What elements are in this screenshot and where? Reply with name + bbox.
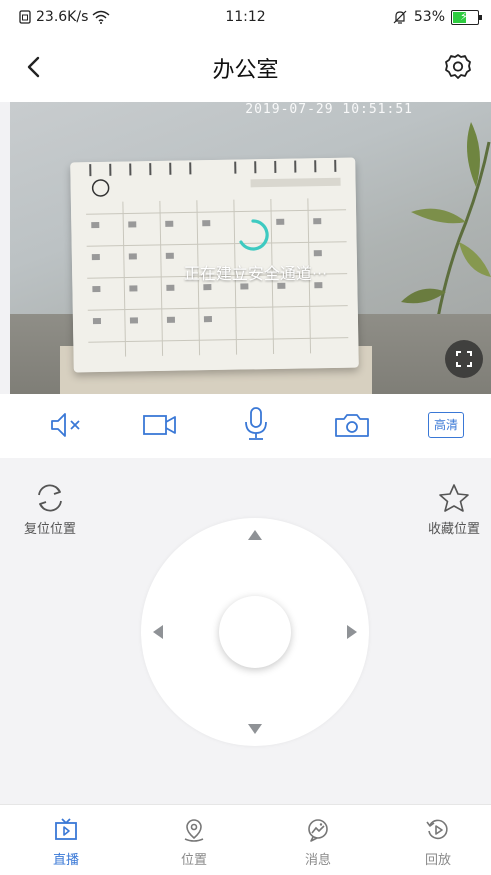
- pan-left-arrow-icon[interactable]: [153, 625, 163, 639]
- star-icon: [437, 482, 471, 514]
- alarm-off-icon: [392, 9, 408, 25]
- top-area: 23.6K/s 11:12 53% ⚡ 办公室: [0, 0, 491, 102]
- favorite-position-label: 收藏位置: [417, 518, 491, 537]
- page-title: 办公室: [0, 52, 491, 84]
- speaker-mute-icon[interactable]: [48, 410, 88, 440]
- pan-right-arrow-icon[interactable]: [347, 625, 357, 639]
- ptz-joystick[interactable]: [141, 518, 369, 746]
- status-right: 53% ⚡: [392, 9, 479, 25]
- nav-item-live[interactable]: 直播: [26, 817, 106, 868]
- video-feed[interactable]: 2019-07-29 10:51:51 正在建立安全通道···: [10, 102, 491, 394]
- video-timestamp: 2019-07-29 10:51:51: [245, 102, 413, 117]
- video-record-icon[interactable]: [140, 410, 180, 440]
- nav-label-live: 直播: [26, 849, 106, 868]
- location-pin-icon: [181, 817, 207, 843]
- message-icon: [305, 817, 331, 843]
- video-controls: 高清: [0, 394, 491, 458]
- battery-tip: [479, 15, 482, 20]
- quality-toggle-button[interactable]: 高清: [428, 412, 464, 438]
- pan-up-arrow-icon[interactable]: [248, 530, 262, 540]
- nav-item-messages[interactable]: 消息: [278, 817, 358, 868]
- fullscreen-icon: [445, 340, 483, 378]
- gear-icon[interactable]: [443, 52, 473, 82]
- status-bar: 23.6K/s 11:12 53% ⚡: [0, 0, 491, 34]
- charging-bolt-icon: ⚡: [460, 10, 468, 23]
- nav-label-messages: 消息: [278, 849, 358, 868]
- pan-down-arrow-icon[interactable]: [248, 724, 262, 734]
- nav-label-playback: 回放: [398, 849, 478, 868]
- nav-item-playback[interactable]: 回放: [398, 817, 478, 868]
- nav-label-location: 位置: [154, 849, 234, 868]
- reset-position-label: 复位位置: [20, 518, 80, 537]
- battery-icon: ⚡: [451, 10, 479, 25]
- fullscreen-button[interactable]: [445, 340, 483, 378]
- loading-spinner-icon: [236, 218, 270, 252]
- nav-item-location[interactable]: 位置: [154, 817, 234, 868]
- joystick-knob[interactable]: [219, 596, 291, 668]
- battery-percent: 53%: [414, 9, 445, 25]
- playback-icon: [425, 817, 451, 843]
- connecting-text: 正在建立安全通道···: [10, 260, 491, 284]
- bottom-nav: 直播 位置 消息 回放: [0, 804, 491, 875]
- ptz-panel: 复位位置 收藏位置: [0, 458, 491, 804]
- live-tv-icon: [53, 817, 79, 843]
- reset-rotate-icon: [33, 482, 67, 514]
- favorite-position-button[interactable]: 收藏位置: [417, 482, 491, 537]
- reset-position-button[interactable]: 复位位置: [20, 482, 80, 537]
- microphone-icon[interactable]: [236, 406, 276, 442]
- app-header: 办公室: [0, 46, 491, 96]
- camera-icon[interactable]: [332, 410, 372, 440]
